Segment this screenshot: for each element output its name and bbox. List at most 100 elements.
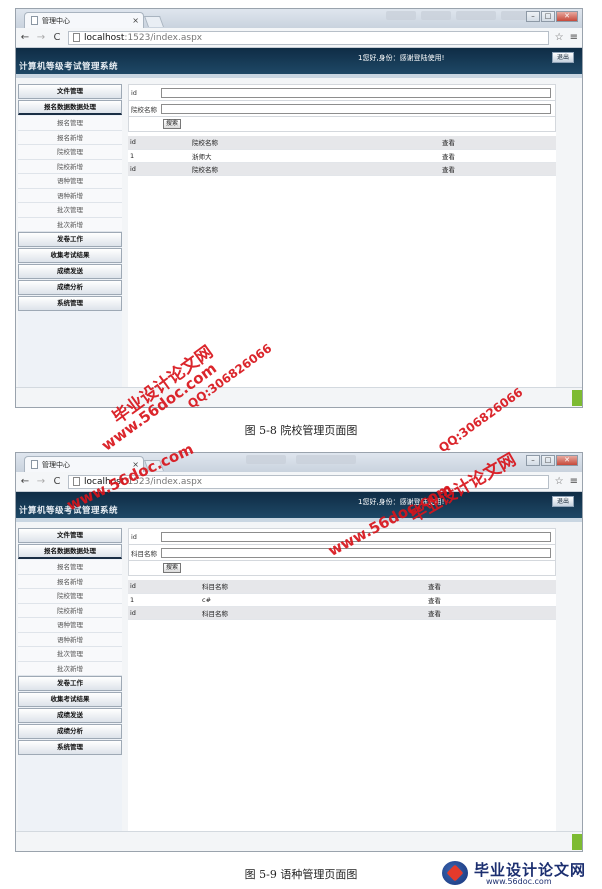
sidebar-item-score-sending[interactable]: 成绩发送: [18, 708, 122, 723]
form-row-school-name: 院校名称: [128, 100, 556, 116]
blurred-background-text: [246, 455, 286, 464]
tab-close-icon[interactable]: ×: [132, 16, 143, 25]
column-footer-view: 查看: [426, 606, 556, 620]
star-icon[interactable]: ☆: [555, 476, 564, 487]
sidebar-subitem-registration-management[interactable]: 报名管理: [18, 560, 122, 575]
sidebar-subitem-school-management[interactable]: 院校管理: [18, 145, 122, 160]
sidebar-item-system-management[interactable]: 系统管理: [18, 740, 122, 755]
table-header-row: id 科目名称 查看: [128, 580, 556, 594]
sidebar-item-score-analysis[interactable]: 成绩分析: [18, 724, 122, 739]
brand-url: www.56doc.com: [486, 877, 552, 886]
corner-decoration: [572, 834, 582, 850]
cell-id: 1: [128, 149, 190, 163]
school-name-label: 院校名称: [131, 105, 157, 114]
browser-titlebar: 管理中心 × – □ ✕: [16, 9, 582, 28]
minimize-icon[interactable]: –: [526, 11, 540, 22]
column-header-id: id: [128, 580, 200, 594]
main-content: id 院校名称 搜索 id 院校名称 查看 1 浙师大 查看 id 院校名称 查…: [128, 84, 556, 389]
sidebar-item-registration-data[interactable]: 报名数据数据处理: [18, 100, 122, 115]
view-link[interactable]: 查看: [440, 149, 556, 163]
window-close-icon[interactable]: ✕: [556, 455, 578, 466]
sidebar-item-collect-results[interactable]: 收集考试结果: [18, 692, 122, 707]
address-bar[interactable]: localhost:1523/index.aspx: [68, 30, 549, 45]
cell-id: 1: [128, 593, 200, 607]
app-body: 文件管理 报名数据数据处理 报名管理 报名新增 院校管理 院校新增 语种管理 语…: [16, 78, 582, 389]
sidebar-item-score-analysis[interactable]: 成绩分析: [18, 280, 122, 295]
hamburger-icon[interactable]: ≡: [570, 476, 578, 487]
school-table: id 院校名称 查看 1 浙师大 查看 id 院校名称 查看: [128, 136, 556, 176]
maximize-icon[interactable]: □: [541, 455, 555, 466]
sidebar-item-system-management[interactable]: 系统管理: [18, 296, 122, 311]
right-arrow-icon[interactable]: →: [36, 476, 46, 487]
browser-bottom-bar: [16, 831, 582, 851]
sidebar-subitem-registration-add[interactable]: 报名新增: [18, 130, 122, 145]
column-header-id: id: [128, 136, 190, 150]
window-close-icon[interactable]: ✕: [556, 11, 578, 22]
sidebar-item-score-sending[interactable]: 成绩发送: [18, 264, 122, 279]
table-row: 1 c# 查看: [128, 593, 556, 607]
school-name-input[interactable]: [161, 103, 551, 114]
main-content: id 科目名称 搜索 id 科目名称 查看 1 c# 查看 id 科目名称 查看: [128, 528, 556, 833]
sidebar-item-collect-results[interactable]: 收集考试结果: [18, 248, 122, 263]
table-header-row: id 院校名称 查看: [128, 136, 556, 150]
sidebar-subitem-registration-add[interactable]: 报名新增: [18, 574, 122, 589]
sidebar: 文件管理 报名数据数据处理 报名管理 报名新增 院校管理 院校新增 语种管理 语…: [18, 528, 122, 833]
sidebar-item-paper-distribution[interactable]: 发卷工作: [18, 232, 122, 247]
minimize-icon[interactable]: –: [526, 455, 540, 466]
sidebar-subitem-batch-add[interactable]: 批次新增: [18, 661, 122, 676]
table-footer-row: id 科目名称 查看: [128, 606, 556, 620]
app-header: 计算机等级考试管理系统 1您好,身份：感谢登陆使用! 退出: [16, 48, 582, 74]
new-tab-button[interactable]: [143, 16, 165, 27]
subject-name-input[interactable]: [161, 547, 551, 558]
browser-window-language-management: 管理中心 × – □ ✕ ← → C localhost:1523/index.…: [15, 452, 583, 852]
url-path: :1523/index.aspx: [124, 32, 203, 43]
sidebar-subitem-language-add[interactable]: 语种新增: [18, 632, 122, 647]
id-input[interactable]: [161, 87, 551, 98]
sidebar-subitem-batch-management[interactable]: 批次管理: [18, 203, 122, 218]
sidebar-subitem-school-add[interactable]: 院校新增: [18, 159, 122, 174]
column-footer-subject-name: 科目名称: [200, 606, 426, 620]
form-row-search: 搜索: [128, 560, 556, 576]
sidebar-subitem-language-add[interactable]: 语种新增: [18, 188, 122, 203]
right-arrow-icon[interactable]: →: [36, 32, 46, 43]
column-header-school-name: 院校名称: [190, 136, 440, 150]
table-row: 1 浙师大 查看: [128, 149, 556, 163]
logout-button[interactable]: 退出: [552, 52, 574, 63]
sidebar-subitem-language-management[interactable]: 语种管理: [18, 174, 122, 189]
sidebar-item-registration-data[interactable]: 报名数据数据处理: [18, 544, 122, 559]
cell-subject-name: c#: [200, 593, 426, 607]
sidebar-item-file-management[interactable]: 文件管理: [18, 528, 122, 543]
table-footer-row: id 院校名称 查看: [128, 162, 556, 176]
sidebar-subitem-school-add[interactable]: 院校新增: [18, 603, 122, 618]
sidebar-subitem-registration-management[interactable]: 报名管理: [18, 116, 122, 131]
sidebar-subitem-language-management[interactable]: 语种管理: [18, 618, 122, 633]
logout-button[interactable]: 退出: [552, 496, 574, 507]
star-icon[interactable]: ☆: [555, 32, 564, 43]
view-link[interactable]: 查看: [426, 593, 556, 607]
app-title: 计算机等级考试管理系统: [19, 62, 119, 72]
left-arrow-icon[interactable]: ←: [20, 476, 30, 487]
sidebar-subitem-batch-add[interactable]: 批次新增: [18, 217, 122, 232]
sidebar-subitem-batch-management[interactable]: 批次管理: [18, 647, 122, 662]
url-host: localhost: [84, 32, 125, 43]
page-icon: [31, 16, 38, 25]
sidebar-item-file-management[interactable]: 文件管理: [18, 84, 122, 99]
sidebar: 文件管理 报名数据数据处理 报名管理 报名新增 院校管理 院校新增 语种管理 语…: [18, 84, 122, 389]
window-controls: – □ ✕: [526, 11, 578, 22]
column-header-view: 查看: [426, 580, 556, 594]
maximize-icon[interactable]: □: [541, 11, 555, 22]
search-button[interactable]: 搜索: [163, 563, 182, 573]
corner-decoration: [572, 390, 582, 406]
hamburger-icon[interactable]: ≡: [570, 32, 578, 43]
brand-logo-icon: [442, 861, 468, 885]
reload-icon[interactable]: C: [52, 476, 62, 487]
search-button[interactable]: 搜索: [163, 119, 182, 129]
left-arrow-icon[interactable]: ←: [20, 32, 30, 43]
figure-caption-5-8: 图 5-8 院校管理页面图: [244, 424, 358, 437]
sidebar-item-paper-distribution[interactable]: 发卷工作: [18, 676, 122, 691]
browser-tab[interactable]: 管理中心 ×: [24, 12, 144, 28]
page-icon: [73, 477, 80, 486]
sidebar-subitem-school-management[interactable]: 院校管理: [18, 589, 122, 604]
reload-icon[interactable]: C: [52, 32, 62, 43]
app-body: 文件管理 报名数据数据处理 报名管理 报名新增 院校管理 院校新增 语种管理 语…: [16, 522, 582, 833]
